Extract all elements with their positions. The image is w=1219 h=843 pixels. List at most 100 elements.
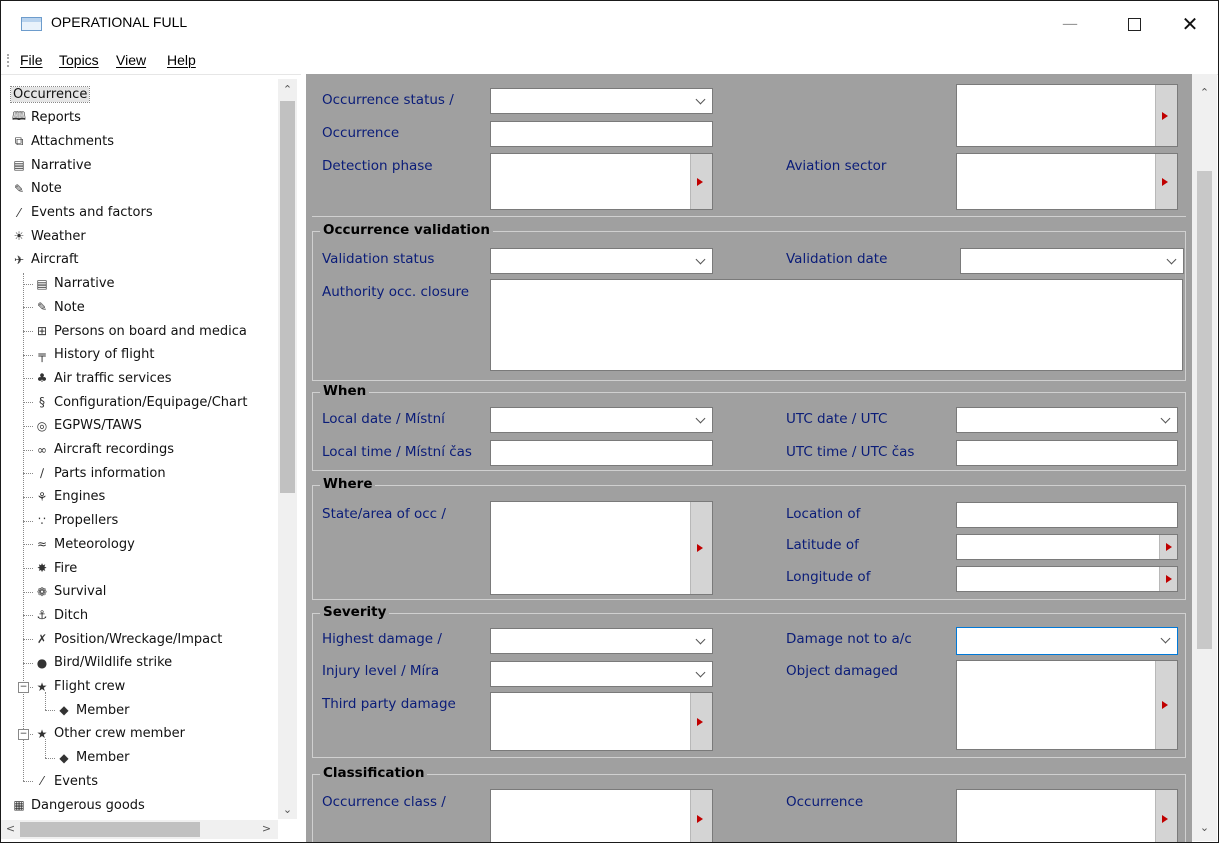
- utc-time-input[interactable]: [956, 440, 1178, 466]
- form-scroll-up-icon[interactable]: ⌃: [1195, 84, 1214, 102]
- tree-item-aircraft[interactable]: ✈ Aircraft: [11, 249, 79, 271]
- occurrence-input[interactable]: [490, 121, 713, 147]
- top-right-picker-button[interactable]: [1155, 85, 1177, 146]
- tree-item-meteorology[interactable]: ≈ Meteorology: [34, 533, 135, 555]
- tree-item-events-and-factors[interactable]: ⁄ Events and factors: [11, 202, 153, 224]
- scroll-up-icon[interactable]: ⌃: [278, 81, 297, 99]
- form-vertical-scrollbar[interactable]: ⌃ ⌄: [1192, 74, 1217, 841]
- close-button[interactable]: ✕: [1167, 9, 1213, 39]
- dangerous-goods-icon: ▦: [13, 798, 25, 812]
- authority-closure-textarea[interactable]: [490, 279, 1183, 371]
- third-party-damage-picker-button[interactable]: [690, 693, 712, 750]
- latitude-picker-button[interactable]: [1159, 535, 1177, 559]
- object-damaged-picker-button[interactable]: [1155, 661, 1177, 749]
- injury-level-select[interactable]: [490, 661, 713, 687]
- tree-item-persons-on-board-and-medica[interactable]: ⊞ Persons on board and medica: [34, 320, 247, 342]
- scroll-left-icon[interactable]: <: [1, 820, 20, 838]
- state-area-picker-button[interactable]: [690, 502, 712, 594]
- classification-occurrence-list[interactable]: [956, 789, 1178, 842]
- tree-item-reports[interactable]: 🕮 Reports: [11, 107, 81, 129]
- tree-item-label: Events: [54, 773, 99, 789]
- survival-icon: ❁: [36, 584, 48, 599]
- longitude-input[interactable]: [956, 566, 1178, 592]
- tree-item-member[interactable]: ◆ Member: [56, 747, 129, 769]
- scroll-down-icon[interactable]: ⌄: [278, 801, 297, 819]
- tree-item-note[interactable]: ✎ Note: [34, 296, 85, 318]
- tree-item-egpws-taws[interactable]: ◎ EGPWS/TAWS: [34, 415, 142, 437]
- occurrence-class-label: Occurrence class /: [322, 794, 446, 810]
- occurrence-class-list[interactable]: [490, 789, 713, 842]
- tree-item-aircraft-recordings[interactable]: ∞ Aircraft recordings: [34, 439, 174, 461]
- tree-item-flight-crew[interactable]: ★ Flight crew: [34, 676, 126, 698]
- events-icon: ⁄: [17, 205, 20, 220]
- object-damaged-list[interactable]: [956, 660, 1178, 750]
- tree-item-attachments[interactable]: ⧉ Attachments: [11, 130, 114, 152]
- location-input[interactable]: [956, 502, 1178, 528]
- occurrence-status-label: Occurrence status /: [322, 92, 454, 108]
- tree-item-bird-wildlife-strike[interactable]: ● Bird/Wildlife strike: [34, 652, 172, 674]
- tree-item-note[interactable]: ✎ Note: [11, 178, 62, 200]
- collapse-icon[interactable]: −: [18, 681, 29, 693]
- latitude-input[interactable]: [956, 534, 1178, 560]
- history-icon: ╤: [38, 347, 46, 362]
- classification-occurrence-picker-button[interactable]: [1155, 790, 1177, 842]
- tree-hscroll-thumb[interactable]: [20, 822, 200, 837]
- maximize-button[interactable]: [1111, 9, 1157, 39]
- menu-file[interactable]: File: [20, 52, 43, 68]
- detection-phase-list[interactable]: [490, 153, 713, 210]
- scroll-right-icon[interactable]: >: [257, 820, 276, 838]
- highest-damage-select[interactable]: [490, 628, 713, 654]
- validation-status-select[interactable]: [490, 248, 713, 274]
- menu-help[interactable]: Help: [167, 52, 196, 68]
- tree-item-survival[interactable]: ❁ Survival: [34, 581, 106, 603]
- tree-item-position-wreckage-impact[interactable]: ✗ Position/Wreckage/Impact: [34, 628, 222, 650]
- state-area-list[interactable]: [490, 501, 713, 595]
- local-date-select[interactable]: [490, 407, 713, 433]
- detection-phase-picker-button[interactable]: [690, 154, 712, 209]
- occurrence-class-picker-button[interactable]: [690, 790, 712, 842]
- tree-item-engines[interactable]: ⚘ Engines: [34, 486, 106, 508]
- tree-item-propellers[interactable]: ∵ Propellers: [34, 510, 118, 532]
- tree-item-narrative[interactable]: ▤ Narrative: [11, 154, 91, 176]
- tree-item-member[interactable]: ◆ Member: [56, 699, 129, 721]
- severity-title: Severity: [320, 604, 390, 620]
- form-scroll-down-icon[interactable]: ⌄: [1195, 819, 1214, 837]
- menu-view[interactable]: View: [116, 52, 146, 68]
- tree-vertical-scrollbar[interactable]: ⌃ ⌄: [278, 79, 297, 819]
- validation-date-select[interactable]: [960, 248, 1184, 274]
- occurrence-label: Occurrence: [322, 125, 400, 141]
- damage-not-ac-select[interactable]: [956, 627, 1178, 655]
- tree-item-configuration-equipage-chart[interactable]: § Configuration/Equipage/Chart: [34, 391, 247, 413]
- menu-topics[interactable]: Topics: [59, 52, 99, 68]
- aviation-sector-picker-button[interactable]: [1155, 154, 1177, 209]
- aviation-sector-list[interactable]: [956, 153, 1178, 210]
- minimize-button[interactable]: —: [1047, 9, 1093, 39]
- tree-item-label: Engines: [54, 489, 106, 505]
- tree-item-history-of-flight[interactable]: ╤ History of flight: [34, 344, 154, 366]
- top-right-list[interactable]: [956, 84, 1178, 147]
- tree-item-parts-information[interactable]: ∕ Parts information: [34, 462, 166, 484]
- tree-scroll-thumb[interactable]: [280, 101, 295, 493]
- utc-date-select[interactable]: [956, 407, 1178, 433]
- tree-item-air-traffic-services[interactable]: ♣ Air traffic services: [34, 367, 172, 389]
- tree-item-other-crew-member[interactable]: ★ Other crew member: [34, 723, 185, 745]
- third-party-damage-list[interactable]: [490, 692, 713, 751]
- tree-item-ditch[interactable]: ⚓ Ditch: [34, 604, 89, 626]
- tree-item-fire[interactable]: ✸ Fire: [34, 557, 77, 579]
- tree-item-dangerous-goods[interactable]: ▦ Dangerous goods: [11, 794, 144, 816]
- tree-horizontal-scrollbar[interactable]: < >: [1, 820, 278, 839]
- collapse-icon[interactable]: −: [18, 728, 29, 740]
- longitude-picker-button[interactable]: [1159, 567, 1177, 591]
- form-scroll-thumb[interactable]: [1197, 171, 1212, 649]
- tree-item-label: Member: [76, 702, 130, 718]
- tree-item-occurrence[interactable]: Occurrence: [9, 83, 91, 105]
- tree-item-label: Parts information: [54, 465, 166, 481]
- tree-item-weather[interactable]: ☀ Weather: [11, 225, 86, 247]
- occurrence-status-select[interactable]: [490, 88, 713, 114]
- tree-item-narrative[interactable]: ▤ Narrative: [34, 273, 114, 295]
- tree-item-events[interactable]: ⁄ Events: [34, 770, 98, 792]
- local-time-input[interactable]: [490, 440, 713, 466]
- tree-item-label: Propellers: [54, 513, 119, 529]
- tree-connector: [23, 402, 33, 404]
- egpws-icon: ◎: [36, 418, 48, 433]
